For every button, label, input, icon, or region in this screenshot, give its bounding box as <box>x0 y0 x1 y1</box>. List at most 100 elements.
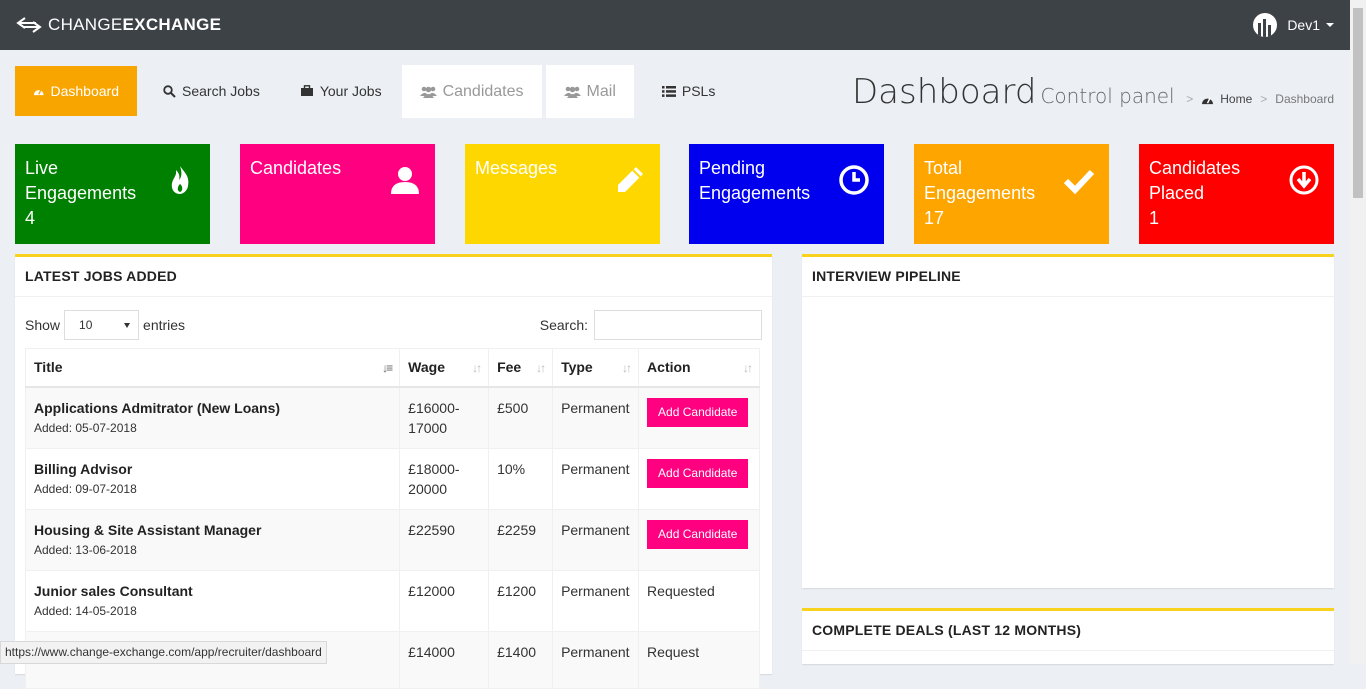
table-row: Housing & Site Assistant Manager Added: 1… <box>24 508 760 571</box>
col-title[interactable]: Title ↓≡ <box>24 348 401 388</box>
cell-fee: £1400 <box>488 630 554 689</box>
nav-label: Your Jobs <box>319 83 382 99</box>
scrollbar[interactable] <box>1350 0 1366 664</box>
breadcrumb-current: Dashboard <box>1275 92 1334 106</box>
nav-label: PSLs <box>681 83 716 99</box>
table-row: Billing Advisor Added: 09-07-2018 £18000-2… <box>24 447 760 510</box>
table-row: Junior sales Consultant Added: 14-05-2018… <box>24 569 760 632</box>
col-action[interactable]: Action ↓↑ <box>638 348 760 388</box>
col-wage[interactable]: Wage ↓↑ <box>399 348 490 388</box>
nav-label: Dashboard <box>50 83 120 99</box>
sort-desc-icon: ↓≡ <box>382 361 393 375</box>
job-title[interactable]: Billing Advisor <box>34 459 391 479</box>
nav-your-jobs[interactable]: Your Jobs <box>278 66 400 116</box>
cell-wage: £16000-17000 <box>399 386 490 449</box>
interview-pipeline-panel: INTERVIEW PIPELINE <box>802 254 1334 588</box>
tile-messages[interactable]: Messages <box>465 144 660 244</box>
logo[interactable]: CHANGEEXCHANGE <box>16 15 221 35</box>
job-title[interactable]: Housing & Site Assistant Manager <box>34 520 391 540</box>
table-row: Applications Admitrator (New Loans) Added… <box>24 386 760 449</box>
action-status: Request <box>647 643 700 660</box>
col-type[interactable]: Type ↓↑ <box>552 348 640 388</box>
cell-wage: £14000 <box>399 630 490 689</box>
tile-live-engagements[interactable]: Live Engagements 4 <box>15 144 210 244</box>
cell-type: Permanent <box>552 447 640 510</box>
dashboard-icon <box>33 89 44 96</box>
nav-mail[interactable]: Mail <box>545 65 634 118</box>
cell-title: Housing & Site Assistant Manager Added: 1… <box>24 508 401 571</box>
users-icon <box>419 86 437 98</box>
action-status: Requested <box>647 582 715 599</box>
users-icon <box>563 86 581 98</box>
caret-down-icon <box>124 322 131 328</box>
avatar <box>1253 13 1278 37</box>
tile-value: 1 <box>1149 208 1160 228</box>
tile-candidates-placed[interactable]: Candidates Placed 1 <box>1139 144 1334 244</box>
search-label: Search: <box>539 317 588 333</box>
list-icon <box>661 85 676 97</box>
col-fee[interactable]: Fee ↓↑ <box>488 348 554 388</box>
cell-type: Permanent <box>552 630 640 689</box>
cell-action: Add Candidate <box>638 386 760 449</box>
job-added-date: Added: 05-07-2018 <box>34 420 137 435</box>
download-icon <box>1289 165 1319 195</box>
nav-candidates[interactable]: Candidates <box>401 65 542 118</box>
job-title[interactable]: Applications Admitrator (New Loans) <box>34 398 391 418</box>
cell-type: Permanent <box>552 386 640 449</box>
logo-text-light: CHANGE <box>48 15 123 34</box>
job-added-date: Added: 14-05-2018 <box>34 603 137 618</box>
tile-pending-engagements[interactable]: Pending Engagements <box>689 144 884 244</box>
job-added-date: Added: 09-07-2018 <box>34 481 137 496</box>
show-label: Show <box>25 317 61 333</box>
caret-down-icon <box>1326 23 1334 27</box>
search-input[interactable] <box>594 310 762 340</box>
pencil-icon <box>618 167 643 192</box>
user-icon <box>391 167 419 194</box>
cell-action: Add Candidate <box>638 447 760 510</box>
panel-title: INTERVIEW PIPELINE <box>802 257 1334 297</box>
breadcrumb-home[interactable]: Home <box>1220 92 1252 106</box>
cell-action: Request <box>638 630 760 689</box>
browser-status-bar: https://www.change-exchange.com/app/recr… <box>0 641 327 664</box>
breadcrumb: > Home > Dashboard <box>1186 92 1334 106</box>
exchange-arrows-icon <box>16 17 42 33</box>
nav-label: Mail <box>586 82 616 100</box>
briefcase-icon <box>300 85 313 96</box>
main-nav: Dashboard Search Jobs Your Jobs Candidat… <box>15 65 733 118</box>
top-navbar: CHANGEEXCHANGE Dev1 <box>0 0 1350 50</box>
cell-wage: £12000 <box>399 569 490 632</box>
page-title: Dashboard Control panel <box>852 72 1175 112</box>
add-candidate-button[interactable]: Add Candidate <box>647 519 749 549</box>
complete-deals-panel: COMPLETE DEALS (LAST 12 MONTHS) <box>802 608 1334 664</box>
latest-jobs-panel: LATEST JOBS ADDED Show 10 entries Search… <box>15 254 772 689</box>
jobs-table: Title ↓≡ Wage ↓↑ Fee ↓↑ Type ↓↑ Action ↓↑ App… <box>24 348 760 689</box>
page-subtitle: Control panel <box>1040 84 1175 108</box>
cell-title: Billing Advisor Added: 09-07-2018 <box>24 447 401 510</box>
sort-icon: ↓↑ <box>536 361 546 375</box>
tile-candidates[interactable]: Candidates <box>240 144 435 244</box>
cell-fee: £1200 <box>488 569 554 632</box>
entries-label: entries <box>143 317 186 333</box>
tile-value: 17 <box>924 208 945 228</box>
logo-text-bold: EXCHANGE <box>122 15 222 34</box>
fire-icon <box>171 166 189 194</box>
add-candidate-button[interactable]: Add Candidate <box>647 397 749 427</box>
page-size-select[interactable]: 10 <box>64 310 140 340</box>
job-added-date: Added: 13-06-2018 <box>34 542 137 557</box>
panel-title: COMPLETE DEALS (LAST 12 MONTHS) <box>802 611 1334 651</box>
user-menu[interactable]: Dev1 <box>1253 13 1334 37</box>
add-candidate-button[interactable]: Add Candidate <box>647 458 749 488</box>
sort-icon: ↓↑ <box>472 361 482 375</box>
dashboard-icon <box>1202 96 1214 104</box>
tile-total-engagements[interactable]: Total Engagements 17 <box>914 144 1109 244</box>
cell-fee: £500 <box>488 386 554 449</box>
scrollbar-thumb[interactable] <box>1353 8 1363 198</box>
nav-search-jobs[interactable]: Search Jobs <box>137 66 278 116</box>
cell-fee: 10% <box>488 447 554 510</box>
nav-psls[interactable]: PSLs <box>636 66 733 116</box>
cell-action: Requested <box>638 569 760 632</box>
check-icon <box>1063 169 1095 195</box>
job-title[interactable]: Junior sales Consultant <box>34 581 391 601</box>
clock-icon <box>839 165 869 195</box>
nav-dashboard[interactable]: Dashboard <box>15 66 137 116</box>
